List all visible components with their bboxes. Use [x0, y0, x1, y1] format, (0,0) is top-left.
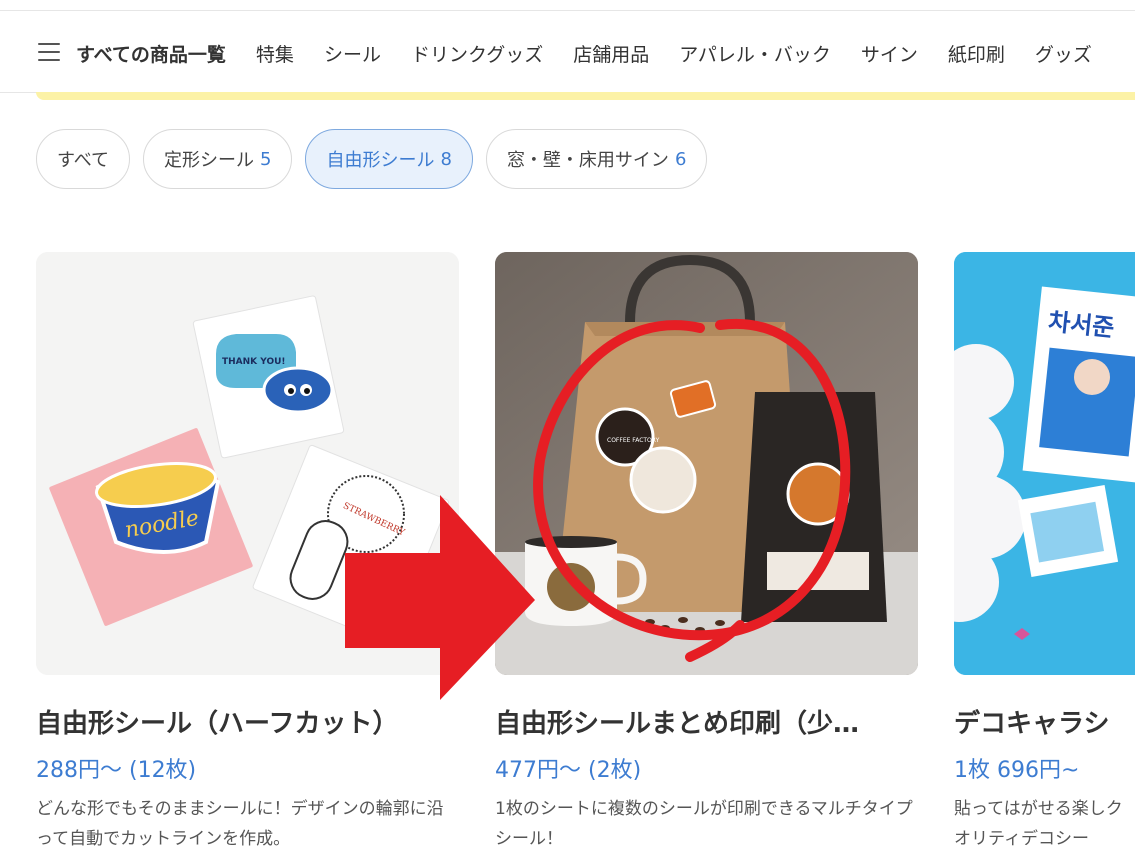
product-title[interactable]: デコキャラシ: [954, 703, 1135, 740]
notice-banner-edge: [36, 92, 1135, 100]
nav-item-drink-goods[interactable]: ドリンクグッズ: [411, 40, 543, 67]
product-image-multi-sticker-sheet[interactable]: COFFEE FACTORY: [495, 252, 918, 675]
product-price: 288円～ (12枚): [36, 758, 197, 783]
filter-window-wall-floor-sign[interactable]: 窓・壁・床用サイン 6: [485, 129, 708, 189]
bag-logo-text: COFFEE FACTORY: [607, 437, 660, 444]
nav-all-products[interactable]: すべての商品一覧: [76, 40, 226, 67]
product-card[interactable]: THANK YOU! noodle STRAWBERRY 自由形シール（ハーフカ…: [36, 252, 459, 854]
filter-label: すべて: [57, 150, 110, 171]
product-price: 477円～ (2枚): [495, 758, 642, 783]
product-description: 貼ってはがせる楽しクオリティデコシー: [954, 799, 1123, 849]
filter-count: 6: [674, 148, 687, 170]
nav-item-feature[interactable]: 特集: [256, 40, 294, 67]
filter-label: 窓・壁・床用サイン: [506, 150, 669, 171]
nav-item-paper-print[interactable]: 紙印刷: [948, 40, 1005, 67]
category-filter-bar: すべて 定形シール 5 自由形シール 8 窓・壁・床用サイン 6: [36, 129, 708, 189]
filter-label: 自由形シール: [326, 150, 435, 171]
product-title[interactable]: 自由形シール（ハーフカット）: [36, 703, 459, 740]
product-price: 1枚 696円~: [954, 758, 1080, 783]
filter-count: 5: [260, 148, 272, 170]
product-description: どんな形でもそのままシールに！デザインの輪郭に沿って自動でカットラインを作成。: [36, 799, 444, 849]
nav-item-sign[interactable]: サイン: [861, 40, 918, 67]
filter-regular-sticker[interactable]: 定形シール 5: [143, 129, 293, 189]
product-title[interactable]: 自由形シールまとめ印刷（少…: [495, 703, 918, 740]
product-description: 1枚のシートに複数のシールが印刷できるマルチタイプシール！: [495, 799, 913, 849]
product-image-deco-character-sticker[interactable]: 차서준: [954, 252, 1135, 675]
filter-count: 8: [440, 148, 452, 170]
global-nav: すべての商品一覧 特集 シール ドリンクグッズ 店舗用品 アパレル・バック サイ…: [76, 40, 1122, 67]
filter-all[interactable]: すべて: [36, 129, 131, 189]
filter-label: 定形シール: [164, 150, 255, 171]
menu-icon[interactable]: [38, 43, 60, 61]
sticker-thank-you-text: THANK YOU!: [222, 357, 286, 367]
nav-item-goods[interactable]: グッズ: [1035, 40, 1092, 67]
top-divider: [0, 10, 1135, 11]
nav-item-sticker[interactable]: シール: [324, 40, 381, 67]
product-card[interactable]: COFFEE FACTORY 自由形シールまとめ印刷（少… 477円～ (2枚)…: [495, 252, 918, 854]
product-card[interactable]: 차서준 デコキャラシ 1枚 696円~ 貼ってはがせる楽しクオリティデコシー: [954, 252, 1135, 854]
filter-free-shape-sticker[interactable]: 自由形シール 8: [305, 129, 473, 189]
nav-item-store-supplies[interactable]: 店舗用品: [573, 40, 649, 67]
nav-item-apparel-bag[interactable]: アパレル・バック: [679, 40, 831, 67]
product-image-half-cut-sticker[interactable]: THANK YOU! noodle STRAWBERRY: [36, 252, 459, 675]
